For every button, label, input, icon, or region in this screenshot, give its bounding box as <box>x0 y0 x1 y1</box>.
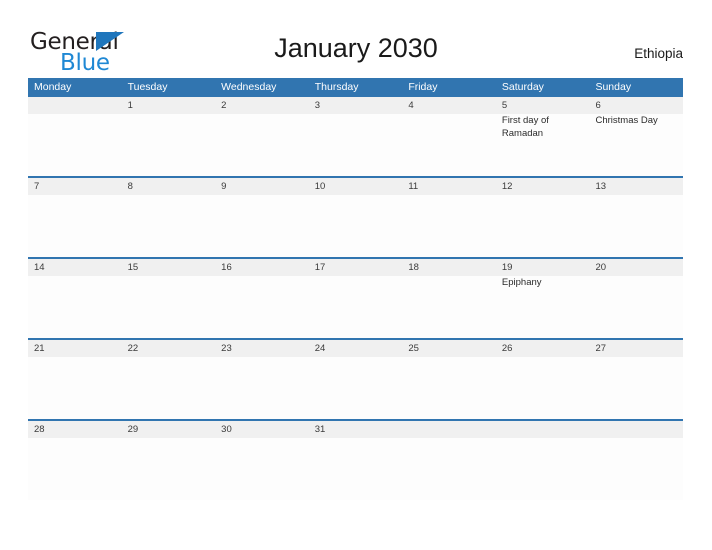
day-cell[interactable]: 4 <box>402 97 496 176</box>
day-cell[interactable]: 6 Christmas Day <box>589 97 683 176</box>
page-title: January 2030 <box>274 33 438 63</box>
weekday-header-wednesday: Wednesday <box>221 81 277 93</box>
calendar-week-inner: 7 8 9 10 11 12 13 <box>28 178 683 257</box>
day-number: 2 <box>221 100 227 111</box>
holiday-event-label: First day of Ramadan <box>501 115 549 139</box>
weekday-header-friday: Friday <box>408 81 438 93</box>
calendar-week-inner: 14 15 16 17 18 19 Epiphany 20 <box>28 259 683 338</box>
day-number: 26 <box>501 343 513 354</box>
day-number: 20 <box>595 262 607 273</box>
day-number: 27 <box>595 343 607 354</box>
day-cell[interactable]: 9 <box>215 178 309 257</box>
day-number: 10 <box>314 181 326 192</box>
day-number: 15 <box>127 262 139 273</box>
day-number: 16 <box>221 262 232 273</box>
day-cell[interactable]: 18 <box>402 259 496 338</box>
weekday-header-sunday: Sunday <box>595 81 632 93</box>
day-number: 19 <box>501 262 513 273</box>
day-cell[interactable]: 5 First day of Ramadan <box>496 97 590 176</box>
holiday-event-label: Christmas Day <box>595 115 658 126</box>
day-number: 4 <box>408 100 414 111</box>
calendar-week-row: 28 29 30 31 <box>28 419 683 500</box>
day-cell[interactable]: 23 <box>215 340 309 419</box>
calendar-week-inner: 21 22 23 24 25 26 27 <box>28 340 683 419</box>
day-events: Christmas Day <box>595 115 678 128</box>
day-cell[interactable]: 21 <box>28 340 122 419</box>
holiday-event-label: Epiphany <box>501 277 542 288</box>
day-cell[interactable]: 29 <box>122 421 216 500</box>
day-number: 11 <box>408 181 419 192</box>
day-cell-empty <box>589 421 683 500</box>
day-number: 9 <box>221 181 227 192</box>
day-number: 18 <box>408 262 419 273</box>
day-events: Epiphany <box>502 277 585 290</box>
day-cell[interactable]: 27 <box>589 340 683 419</box>
day-cell-empty <box>402 421 496 500</box>
calendar-week-row: 14 15 16 17 18 19 Epiphany 20 <box>28 257 683 338</box>
calendar-week-row: 21 22 23 24 25 26 27 <box>28 338 683 419</box>
day-cell-empty <box>496 421 590 500</box>
day-cell[interactable]: 12 <box>496 178 590 257</box>
day-events: First day of Ramadan <box>502 115 585 140</box>
day-number: 3 <box>314 100 321 111</box>
day-number: 21 <box>34 343 45 354</box>
calendar-week-row: 7 8 9 10 11 12 13 <box>28 176 683 257</box>
weekday-header-saturday: Saturday <box>501 81 544 93</box>
day-number: 30 <box>221 424 232 435</box>
day-cell[interactable]: 22 <box>122 340 216 419</box>
day-cell[interactable]: 24 <box>309 340 403 419</box>
weekday-header-monday: Monday <box>34 81 72 93</box>
day-number: 12 <box>501 181 513 192</box>
calendar-weekday-header: Monday Tuesday Wednesday Thursday Friday Satu… <box>28 78 683 97</box>
day-cell[interactable]: 2 <box>215 97 309 176</box>
calendar-grid: Monday Tuesday Wednesday Thursday Friday Satu… <box>28 78 683 500</box>
day-cell[interactable]: 17 <box>309 259 403 338</box>
calendar-weeks: 1 2 3 4 5 First day of Ramadan 6 Christmas Day 7… <box>28 97 683 500</box>
day-cell[interactable]: 30 <box>215 421 309 500</box>
day-cell[interactable]: 26 <box>496 340 590 419</box>
day-cell[interactable]: 25 <box>402 340 496 419</box>
calendar-week-inner: 28 29 30 31 <box>28 421 683 500</box>
day-cell-empty <box>28 97 122 176</box>
country-label: Ethiopia <box>634 46 683 61</box>
day-cell[interactable]: 31 <box>309 421 403 500</box>
day-cell[interactable]: 19 Epiphany <box>496 259 590 338</box>
day-number: 29 <box>127 424 139 435</box>
day-cell[interactable]: 11 <box>402 178 496 257</box>
day-cell[interactable]: 1 <box>122 97 216 176</box>
calendar-week-inner: 1 2 3 4 5 First day of Ramadan 6 Christmas Day <box>28 97 683 176</box>
day-number: 8 <box>127 181 133 192</box>
weekday-header-thursday: Thursday <box>314 81 359 93</box>
day-number: 6 <box>595 100 601 111</box>
day-cell[interactable]: 28 <box>28 421 122 500</box>
day-number: 5 <box>501 100 508 111</box>
day-number: 28 <box>34 424 45 435</box>
day-number: 7 <box>34 181 40 192</box>
day-cell[interactable]: 8 <box>122 178 216 257</box>
day-number: 13 <box>595 181 607 192</box>
day-cell[interactable]: 13 <box>589 178 683 257</box>
day-number: 31 <box>314 424 326 435</box>
day-number: 23 <box>221 343 232 354</box>
day-number: 24 <box>314 343 326 354</box>
day-number: 22 <box>127 343 139 354</box>
day-number: 1 <box>127 100 133 111</box>
day-cell[interactable]: 10 <box>309 178 403 257</box>
day-cell[interactable]: 16 <box>215 259 309 338</box>
calendar-week-row: 1 2 3 4 5 First day of Ramadan 6 Christmas Day <box>28 97 683 176</box>
day-number: 14 <box>34 262 45 273</box>
day-cell[interactable]: 20 <box>589 259 683 338</box>
day-cell[interactable]: 7 <box>28 178 122 257</box>
weekday-header-tuesday: Tuesday <box>127 81 168 93</box>
day-number: 17 <box>314 262 326 273</box>
day-cell[interactable]: 3 <box>309 97 403 176</box>
page-header: General Blue January 2030 Ethiopia <box>0 0 712 78</box>
day-cell[interactable]: 14 <box>28 259 122 338</box>
day-cell[interactable]: 15 <box>122 259 216 338</box>
day-number: 25 <box>408 343 419 354</box>
